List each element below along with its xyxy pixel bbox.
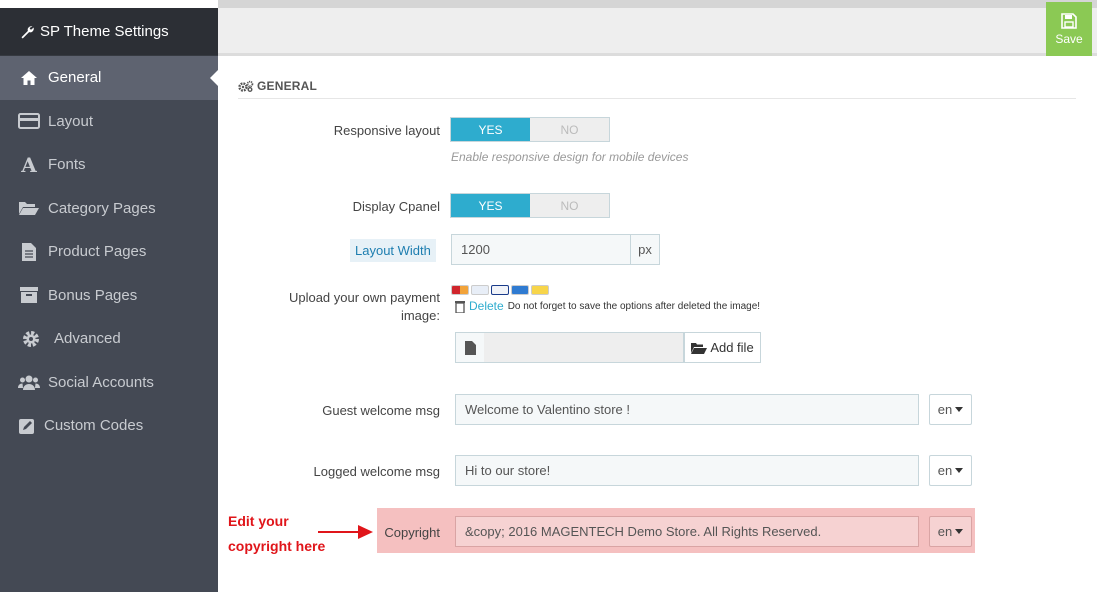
- edit-icon: [18, 416, 36, 436]
- wrench-icon: [21, 25, 34, 38]
- payment-image-preview: [451, 285, 549, 295]
- delete-note: Do not forget to save the options after …: [507, 300, 761, 312]
- sidebar-item-advanced[interactable]: Advanced: [0, 317, 218, 361]
- responsive-layout-label: Responsive layout: [333, 123, 440, 138]
- arrow-right-icon: [318, 525, 373, 539]
- trash-icon: [455, 300, 465, 313]
- visa-icon: [491, 285, 509, 295]
- sidebar-item-custom-codes[interactable]: Custom Codes: [0, 404, 218, 448]
- logged-welcome-label: Logged welcome msg: [313, 464, 440, 479]
- annotation-text: Edit your copyright here: [228, 513, 326, 554]
- paypal-icon: [471, 285, 489, 295]
- file-icon-box: [455, 332, 485, 363]
- cogs-icon: [238, 80, 254, 92]
- users-icon: [18, 372, 40, 392]
- sidebar-item-bonus-pages[interactable]: Bonus Pages: [0, 274, 218, 318]
- app-title: SP Theme Settings: [0, 8, 218, 55]
- toggle-yes[interactable]: YES: [451, 194, 530, 217]
- gear-icon: [20, 329, 42, 349]
- archive-icon: [18, 285, 40, 305]
- sidebar-item-category-pages[interactable]: Category Pages: [0, 187, 218, 231]
- sidebar-item-layout[interactable]: Layout: [0, 100, 218, 144]
- delete-row: Delete Do not forget to save the options…: [455, 299, 760, 313]
- toggle-no[interactable]: NO: [530, 118, 609, 141]
- display-cpanel-toggle[interactable]: YES NO: [450, 193, 610, 218]
- toggle-no[interactable]: NO: [530, 194, 609, 217]
- file-text-icon: [18, 242, 40, 262]
- sidebar-item-general[interactable]: General: [0, 56, 218, 100]
- sidebar-item-social-accounts[interactable]: Social Accounts: [0, 361, 218, 405]
- caret-down-icon: [955, 468, 964, 473]
- mastercard-icon: [451, 285, 469, 295]
- font-icon: A: [21, 152, 37, 177]
- logged-welcome-lang-select[interactable]: en: [929, 455, 972, 486]
- layout-icon: [18, 111, 40, 131]
- caret-down-icon: [955, 529, 964, 534]
- copyright-input[interactable]: &copy; 2016 MAGENTECH Demo Store. All Ri…: [455, 516, 919, 547]
- save-button[interactable]: Save: [1046, 2, 1092, 56]
- sidebar-menu: General Layout A Fonts Category Pages Pr…: [0, 56, 218, 592]
- layout-width-input[interactable]: 1200: [451, 234, 631, 265]
- toggle-yes[interactable]: YES: [451, 118, 530, 141]
- delete-link[interactable]: Delete: [469, 299, 504, 313]
- panel-title: GENERAL: [238, 74, 1076, 99]
- responsive-help-text: Enable responsive design for mobile devi…: [451, 150, 689, 164]
- floppy-disk-icon: [1061, 12, 1077, 29]
- ebay-icon: [531, 285, 549, 295]
- folder-open-icon: [691, 342, 708, 354]
- toolbar: [218, 0, 1097, 56]
- layout-width-unit: px: [630, 234, 660, 265]
- file-name-field[interactable]: [484, 332, 684, 363]
- folder-open-icon: [18, 198, 40, 218]
- sidebar-item-fonts[interactable]: A Fonts: [0, 143, 218, 187]
- payment-image-label: Upload your own payment image:: [288, 290, 440, 323]
- sidebar-item-product-pages[interactable]: Product Pages: [0, 230, 218, 274]
- caret-down-icon: [955, 407, 964, 412]
- layout-width-label: Layout Width: [350, 239, 436, 262]
- guest-welcome-lang-select[interactable]: en: [929, 394, 972, 425]
- copyright-lang-select[interactable]: en: [929, 516, 972, 547]
- sidebar: SP Theme Settings General Layout A Fonts…: [0, 0, 218, 592]
- amex-icon: [511, 285, 529, 295]
- guest-welcome-input[interactable]: Welcome to Valentino store !: [455, 394, 919, 425]
- logged-welcome-input[interactable]: Hi to our store!: [455, 455, 919, 486]
- display-cpanel-label: Display Cpanel: [352, 199, 440, 214]
- responsive-layout-toggle[interactable]: YES NO: [450, 117, 610, 142]
- file-icon: [464, 340, 476, 355]
- add-file-button[interactable]: Add file: [684, 332, 761, 363]
- guest-welcome-label: Guest welcome msg: [322, 403, 440, 418]
- home-icon: [18, 68, 40, 88]
